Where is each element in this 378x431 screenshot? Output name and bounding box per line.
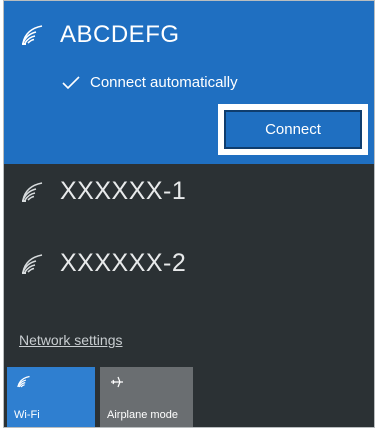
wifi-signal-icon	[20, 181, 46, 203]
wifi-icon	[16, 374, 32, 390]
wifi-quick-action-tile[interactable]: Wi-Fi	[7, 367, 95, 427]
airplane-icon	[109, 374, 125, 390]
network-settings-link[interactable]: Network settings	[19, 332, 122, 348]
selected-network-name: ABCDEFG	[60, 21, 180, 48]
selected-network-item[interactable]: ABCDEFG Connect automatically Connect	[4, 1, 374, 164]
airplane-mode-tile-label: Airplane mode	[107, 409, 178, 421]
network-name: XXXXXX-1	[60, 177, 187, 205]
network-flyout: ABCDEFG Connect automatically Connect XX…	[3, 0, 375, 428]
network-item-2[interactable]: XXXXXX-2	[20, 249, 186, 278]
connect-button-focus-ring: Connect	[218, 104, 368, 155]
wifi-signal-icon	[20, 24, 46, 46]
network-name: XXXXXX-2	[60, 249, 187, 277]
airplane-mode-quick-action-tile[interactable]: Airplane mode	[100, 367, 193, 427]
connect-button[interactable]: Connect	[224, 110, 362, 149]
wifi-signal-icon	[20, 253, 46, 275]
network-item-1[interactable]: XXXXXX-1	[20, 177, 186, 206]
connect-automatically-label: Connect automatically	[90, 74, 238, 91]
connect-automatically-option[interactable]: Connect automatically	[62, 74, 238, 91]
checkmark-icon	[62, 75, 80, 90]
selected-network-row: ABCDEFG	[20, 21, 180, 49]
wifi-tile-label: Wi-Fi	[14, 409, 40, 421]
